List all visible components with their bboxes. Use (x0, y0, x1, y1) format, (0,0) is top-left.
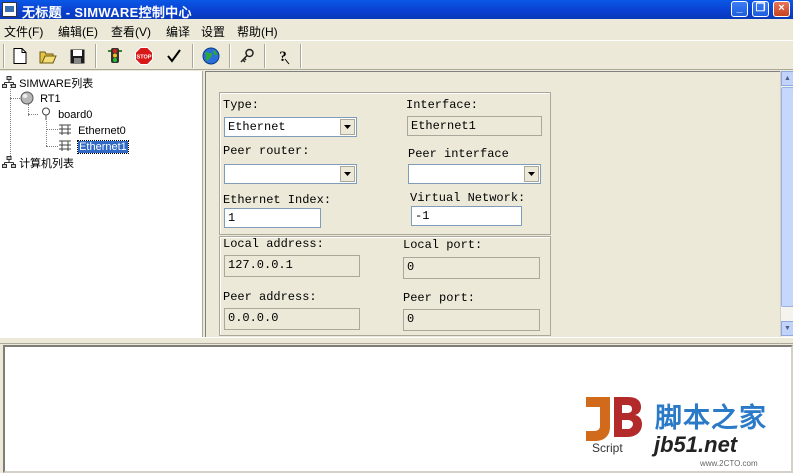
scroll-down-icon[interactable]: ▼ (781, 321, 793, 336)
tree-connector (10, 98, 20, 99)
properties-scrollbar[interactable]: ▲ ▼ (780, 71, 793, 337)
ethernet-index-label: Ethernet Index: (223, 193, 332, 207)
tree-connector (46, 129, 58, 130)
toolbar-separator (264, 44, 266, 68)
ethernet-port-icon (59, 140, 71, 151)
toolbar: STOP ? (0, 40, 793, 70)
tree-node-board-label: board0 (58, 109, 93, 121)
watermark-url-text: jb51.net (654, 432, 738, 457)
watermark-logo: Script (582, 393, 642, 455)
tree-root-computers-label: 计算机列表 (19, 158, 75, 170)
key-icon[interactable] (236, 45, 258, 67)
help-icon[interactable]: ? (272, 45, 294, 67)
chevron-down-icon[interactable] (340, 166, 355, 182)
tree-node-router[interactable]: RT1 (20, 91, 61, 105)
menu-compile[interactable]: 编译 (166, 23, 190, 40)
network-icon (2, 156, 16, 168)
minimize-icon[interactable]: _ (731, 1, 748, 17)
menu-bar: 文件(F) 编辑(E) 查看(V) 编译 设置 帮助(H) (0, 19, 793, 40)
title-bar: 无标题 - SIMWARE控制中心 _ ❐ × (0, 0, 793, 20)
tree-node-ethernet0[interactable]: Ethernet0 (58, 123, 126, 137)
ethernet-index-input[interactable]: 1 (224, 208, 321, 228)
toolbar-separator (192, 44, 194, 68)
local-address-label: Local address: (223, 237, 324, 251)
menu-file[interactable]: 文件(F) (4, 23, 43, 40)
local-port-field: 0 (403, 257, 540, 279)
tree-node-board[interactable]: board0 (40, 107, 92, 121)
local-address-field: 127.0.0.1 (224, 255, 360, 277)
type-select[interactable]: Ethernet (224, 117, 357, 137)
toolbar-separator (300, 44, 302, 68)
tree-root-simware-label: SIMWARE列表 (19, 78, 94, 90)
peer-interface-label: Peer interface (408, 147, 509, 161)
type-label: Type: (223, 98, 260, 112)
toolbar-separator (229, 44, 231, 68)
peer-port-label: Peer port: (403, 291, 476, 305)
save-icon[interactable] (66, 45, 88, 67)
virtual-network-label: Virtual Network: (410, 191, 526, 205)
properties-panel: Type: Ethernet Interface: Ethernet1 Peer… (205, 71, 780, 337)
menu-view[interactable]: 查看(V) (111, 23, 151, 40)
peer-router-label: Peer router: (223, 144, 310, 158)
virtual-network-input[interactable]: -1 (411, 206, 522, 226)
menu-edit[interactable]: 编辑(E) (58, 23, 98, 40)
menu-settings[interactable]: 设置 (201, 23, 225, 40)
pane-splitter[interactable] (0, 337, 793, 344)
toolbar-grip (3, 44, 5, 68)
tree-connector (46, 121, 47, 146)
watermark-small-text: www.2CTO.com (700, 459, 758, 468)
tree-node-ethernet1-label: Ethernet1 (77, 140, 129, 154)
jb-logo-icon (586, 397, 642, 441)
traffic-light-icon[interactable] (104, 45, 126, 67)
interface-label: Interface: (406, 98, 479, 112)
peer-router-select[interactable] (224, 164, 357, 184)
watermark-cn-text: 脚本之家 (655, 403, 767, 434)
maximize-icon[interactable]: ❐ (752, 1, 769, 17)
chevron-down-icon[interactable] (340, 119, 355, 135)
tree-connector (28, 114, 38, 115)
watermark-script-text: Script (592, 441, 623, 455)
svg-text:STOP: STOP (137, 55, 152, 61)
tree-connector (10, 84, 11, 160)
peer-port-field: 0 (403, 309, 540, 331)
tree-connector (46, 146, 58, 147)
peer-interface-select[interactable] (408, 164, 541, 184)
router-icon (20, 91, 34, 105)
device-tree[interactable]: SIMWARE列表 RT1 board0 Ethernet0 Ethernet1… (0, 71, 203, 337)
stop-icon[interactable]: STOP (133, 45, 155, 67)
close-icon[interactable]: × (773, 1, 790, 17)
peer-address-field: 0.0.0.0 (224, 308, 360, 330)
open-icon[interactable] (37, 45, 59, 67)
menu-help[interactable]: 帮助(H) (237, 23, 278, 40)
local-port-label: Local port: (403, 238, 483, 252)
toolbar-separator (95, 44, 97, 68)
check-icon[interactable] (163, 45, 185, 67)
scroll-up-icon[interactable]: ▲ (781, 71, 793, 86)
peer-address-label: Peer address: (223, 290, 317, 304)
new-icon[interactable] (9, 45, 31, 67)
tree-node-ethernet0-label: Ethernet0 (78, 125, 126, 137)
tree-node-router-label: RT1 (40, 93, 61, 105)
tree-root-simware[interactable]: SIMWARE列表 (2, 75, 94, 90)
board-icon (42, 107, 50, 120)
chevron-down-icon[interactable] (524, 166, 539, 182)
scroll-thumb[interactable] (781, 87, 793, 307)
network-icon (2, 76, 16, 88)
tree-node-ethernet1[interactable]: Ethernet1 (58, 139, 129, 154)
tree-root-computers[interactable]: 计算机列表 (2, 155, 75, 170)
app-icon (2, 2, 17, 17)
ethernet-port-icon (59, 124, 71, 135)
interface-field: Ethernet1 (407, 116, 542, 136)
svg-text:?: ? (279, 49, 287, 65)
globe-icon[interactable] (200, 45, 222, 67)
type-select-value: Ethernet (228, 120, 286, 134)
